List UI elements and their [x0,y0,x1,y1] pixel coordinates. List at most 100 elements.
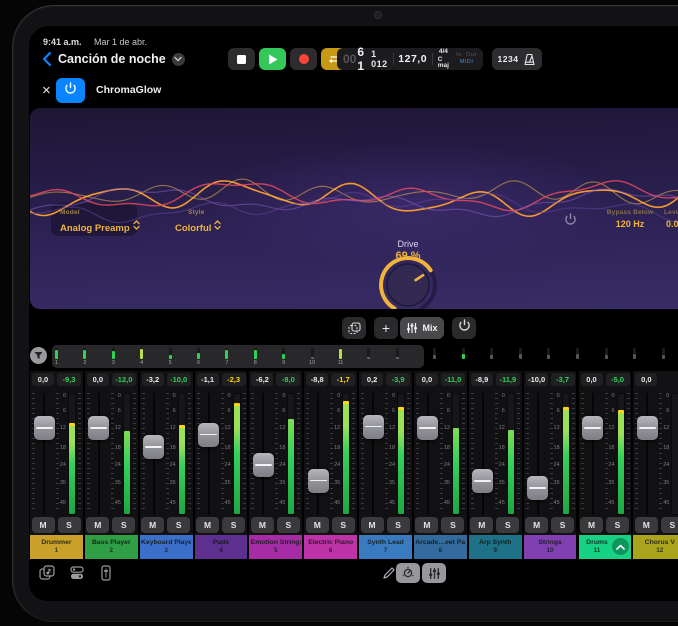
mixer-button[interactable] [422,563,446,583]
track-name-plate[interactable]: Chorus V12 [633,535,678,559]
fader-handle[interactable] [198,423,219,447]
peak-readout[interactable]: -11,9 [496,373,520,386]
solo-button[interactable]: S [222,517,245,533]
model-value-row[interactable]: Analog Preamp [60,218,140,236]
channel-strip-emotion-strings[interactable]: -6,2-8,0061218243545MSEmotion Strings5 [249,371,302,559]
peak-readout[interactable]: -2,3 [222,373,246,386]
peak-readout[interactable]: -11,0 [441,373,465,386]
fader-handle[interactable] [363,415,384,439]
peak-readout[interactable]: -1,7 [331,373,355,386]
track-name-plate[interactable]: Electric Piano6 [304,535,357,559]
volume-readout[interactable]: 0,0 [416,373,438,386]
track-name-plate[interactable]: Pads4 [195,535,248,559]
volume-readout[interactable]: -8,9 [471,373,493,386]
fader-handle[interactable] [637,416,658,440]
peak-readout[interactable]: -10,0 [167,373,191,386]
mix-view-button[interactable]: Mix [400,317,444,339]
plugins-browser-icon[interactable] [68,564,86,582]
peak-readout[interactable]: -3,7 [551,373,575,386]
fader-handle[interactable] [253,453,274,477]
solo-button[interactable]: S [277,517,300,533]
track-name-plate[interactable]: Drums11 [579,535,632,559]
fader-handle[interactable] [417,416,438,440]
mute-button[interactable]: M [361,517,384,533]
fader-handle[interactable] [472,469,493,493]
bypass-power-icon[interactable] [564,213,577,231]
channel-strip-drummer[interactable]: 0,0-9,3061218243545MSDrummer1 [30,371,83,559]
mute-button[interactable]: M [580,517,603,533]
track-name-plate[interactable]: Keyboard Player3 [140,535,193,559]
volume-readout[interactable]: 0,0 [581,373,603,386]
mute-button[interactable]: M [635,517,658,533]
solo-button[interactable]: S [167,517,190,533]
channel-strip-bass-player[interactable]: 0,0-12,0061218243545MSBass Player2 [85,371,138,559]
record-button[interactable] [290,48,317,70]
mute-button[interactable]: M [251,517,274,533]
collapse-strip-button[interactable] [612,538,629,555]
song-title-menu[interactable]: Canción de noche [58,52,185,66]
chevron-down-icon[interactable] [172,53,185,66]
channel-strip-icon[interactable] [97,564,115,582]
stepper-chevrons-icon[interactable] [133,220,140,230]
volume-readout[interactable]: -10,0 [526,373,548,386]
volume-readout[interactable]: 0,0 [87,373,109,386]
volume-readout[interactable]: -6,2 [251,373,273,386]
channel-strip-keyboard-player[interactable]: -3,2-10,0061218243545MSKeyboard Player3 [140,371,193,559]
track-name-plate[interactable]: Synth Lead7 [359,535,412,559]
plugin-power-button[interactable] [56,78,85,103]
mute-button[interactable]: M [141,517,164,533]
solo-button[interactable]: S [496,517,519,533]
solo-button[interactable]: S [387,517,410,533]
solo-button[interactable]: S [58,517,81,533]
mute-button[interactable]: M [32,517,55,533]
solo-button[interactable]: S [551,517,574,533]
track-name-plate[interactable]: Drummer1 [30,535,83,559]
channel-strip-pads[interactable]: -1,1-2,3061218243545MSPads4 [195,371,248,559]
metronome-icon[interactable] [523,53,536,66]
peak-readout[interactable]: -9,3 [57,373,81,386]
lcd-display[interactable]: 00 6 1 1 012 127,0 4/4 C maj In Out MIDI [337,48,483,70]
loop-browser-icon[interactable] [38,564,56,582]
count-in-button[interactable]: 1234 [498,54,519,64]
automation-button[interactable] [396,563,420,583]
fader-handle[interactable] [143,435,164,459]
peak-readout[interactable]: -5,0 [606,373,630,386]
volume-readout[interactable]: 0,0 [32,373,54,386]
solo-button[interactable]: S [661,517,678,533]
mixer-power-button[interactable] [452,317,476,339]
volume-readout[interactable]: -3,2 [142,373,164,386]
mute-button[interactable]: M [525,517,548,533]
channel-strip-strings[interactable]: -10,0-3,7061218243545MSStrings10 [524,371,577,559]
volume-readout[interactable]: 0,0 [635,373,657,386]
fader-handle[interactable] [34,416,55,440]
channel-strip-electric-piano[interactable]: -8,8-1,7061218243545MSElectric Piano6 [304,371,357,559]
bypass-below-value[interactable]: 120 Hz [590,219,670,229]
track-name-plate[interactable]: Bass Player2 [85,535,138,559]
channel-strip-drums[interactable]: 0,0-5,0061218243545MSDrums11 [579,371,632,559]
mute-button[interactable]: M [86,517,109,533]
solo-button[interactable]: S [606,517,629,533]
track-name-plate[interactable]: Arp Synth9 [469,535,522,559]
track-name-plate[interactable]: Strings10 [524,535,577,559]
solo-button[interactable]: S [112,517,135,533]
fader-handle[interactable] [308,469,329,493]
mute-button[interactable]: M [306,517,329,533]
volume-readout[interactable]: 0,2 [361,373,383,386]
back-chevron-icon[interactable] [42,51,52,67]
peak-readout[interactable]: -8,0 [276,373,300,386]
channel-strip-chorus-v[interactable]: 0,0061218243545MSChorus V12 [633,371,678,559]
volume-readout[interactable]: -8,8 [306,373,328,386]
track-name-plate[interactable]: Arcade…eet Pad8 [414,535,467,559]
add-plugin-button[interactable]: + [374,317,398,339]
fader-handle[interactable] [527,476,548,500]
copy-plugin-button[interactable] [342,317,366,339]
tracks-overview-strip[interactable]: 1234567891011 [29,345,678,369]
mute-button[interactable]: M [470,517,493,533]
fader-handle[interactable] [582,416,603,440]
track-name-plate[interactable]: Emotion Strings5 [249,535,302,559]
stepper-chevrons-icon[interactable] [214,220,221,230]
style-value-row[interactable]: Colorful [175,218,221,236]
solo-button[interactable]: S [332,517,355,533]
fader-handle[interactable] [88,416,109,440]
mute-button[interactable]: M [415,517,438,533]
